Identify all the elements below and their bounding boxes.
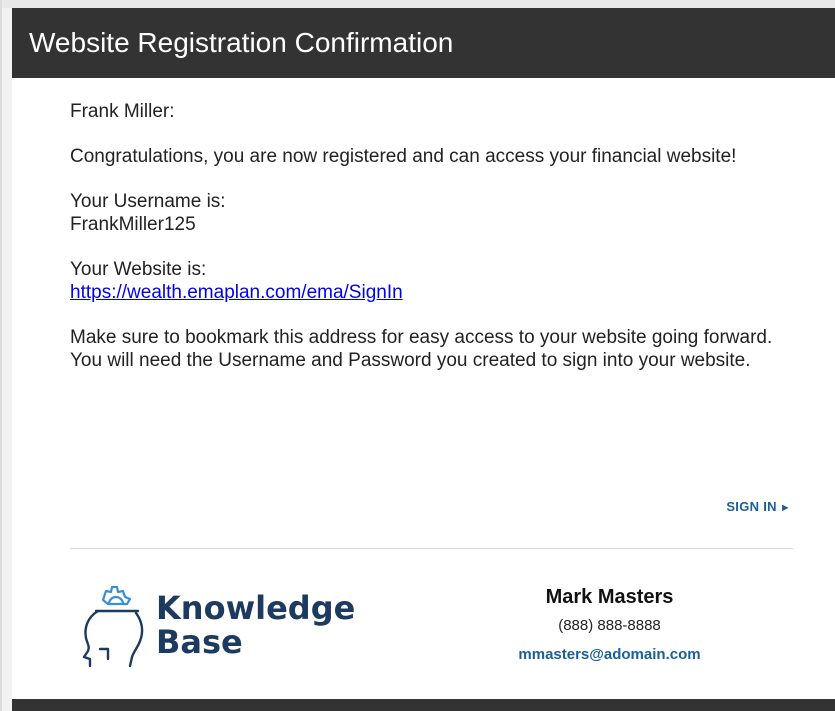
username-block: Your Username is: FrankMiller125	[70, 190, 795, 236]
left-rail	[2, 8, 12, 711]
logo-line-2: Base	[156, 623, 243, 661]
message-body: Frank Miller: Congratulations, you are n…	[70, 100, 795, 394]
header-title: Website Registration Confirmation	[29, 27, 454, 58]
sign-in-label: SIGN IN	[726, 499, 777, 514]
knowledge-base-logo: Knowledge Base	[78, 583, 378, 668]
greeting: Frank Miller:	[70, 101, 175, 122]
head-gear-icon	[82, 585, 144, 668]
contact-email-link[interactable]: mmasters@adomain.com	[482, 641, 737, 669]
logo-line-1: Knowledge	[156, 589, 356, 627]
congrats-text: Congratulations, you are now registered …	[70, 146, 737, 167]
top-strip	[2, 0, 835, 8]
website-block: Your Website is: https://wealth.emaplan.…	[70, 258, 795, 304]
website-label: Your Website is:	[70, 259, 207, 280]
bookmark-note: Make sure to bookmark this address for e…	[70, 327, 773, 371]
username-value: FrankMiller125	[70, 214, 196, 235]
email-header: Website Registration Confirmation	[12, 8, 835, 78]
contact-name: Mark Masters	[545, 586, 674, 608]
username-label: Your Username is:	[70, 191, 226, 212]
advisor-contact: Mark Masters (888) 888-8888 mmasters@ado…	[482, 583, 737, 669]
website-link[interactable]: https://wealth.emaplan.com/ema/SignIn	[70, 282, 403, 303]
email-frame: Website Registration Confirmation Frank …	[0, 0, 835, 711]
divider	[70, 548, 793, 549]
play-arrow-icon: ►	[779, 502, 791, 514]
contact-phone: (888) 888-8888	[558, 617, 661, 634]
logo-wordmark: Knowledge Base	[156, 591, 355, 659]
email-footer	[12, 699, 835, 711]
sign-in-link[interactable]: SIGN IN ►	[726, 499, 791, 514]
